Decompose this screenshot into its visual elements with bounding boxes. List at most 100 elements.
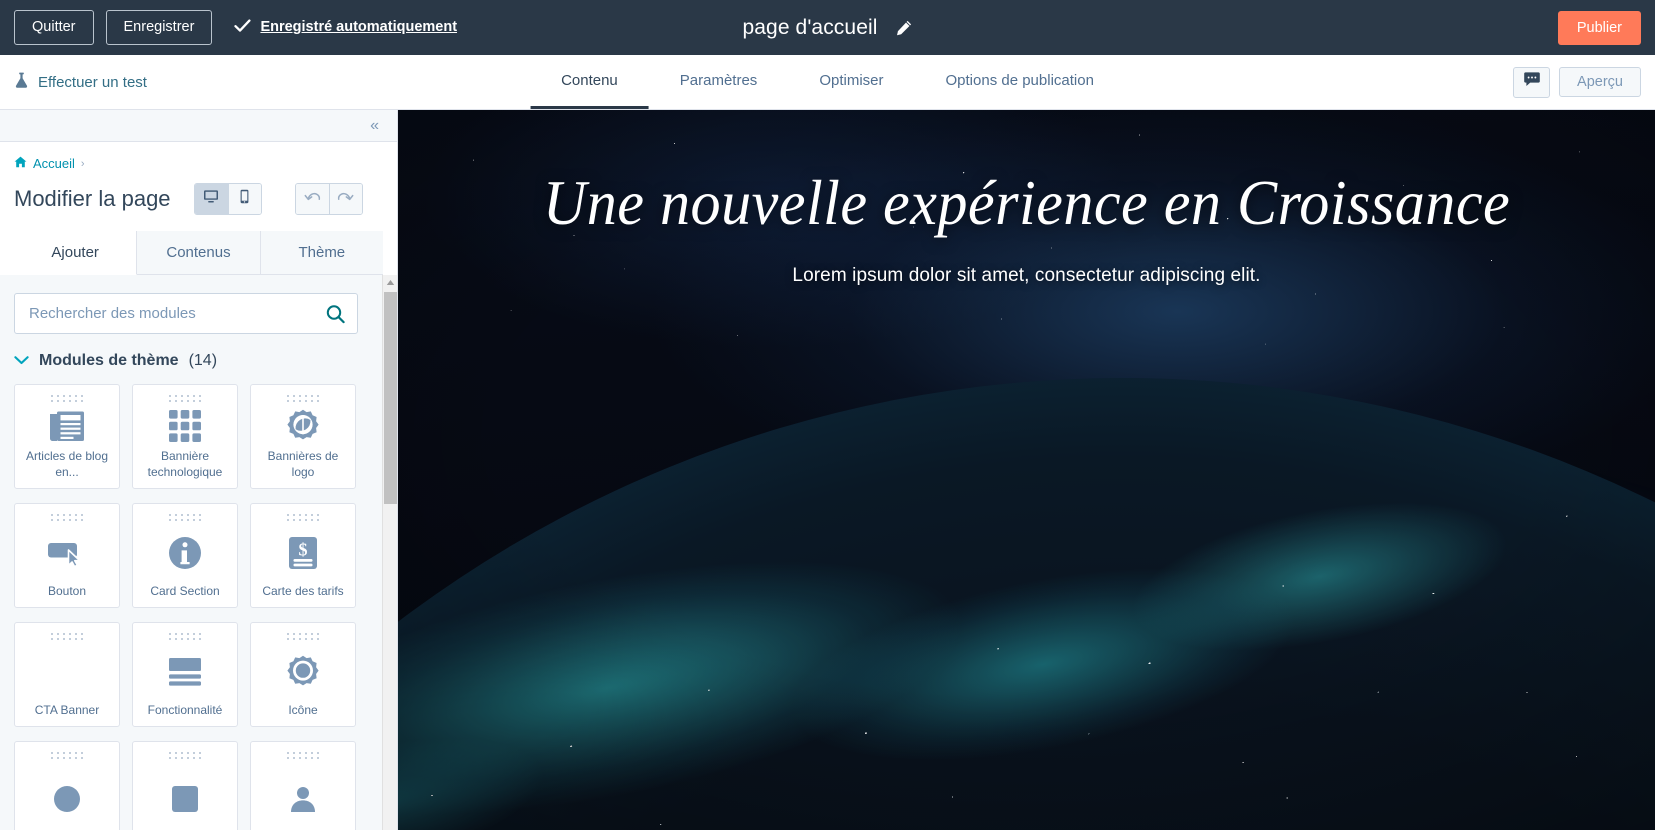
module-label: Articles de blog en... [25, 449, 109, 479]
run-test-link[interactable]: Effectuer un test [14, 72, 147, 93]
chevron-double-left-icon[interactable]: « [370, 117, 379, 134]
redo-icon [337, 190, 354, 208]
drag-handle-icon[interactable] [286, 513, 320, 522]
editor-nav-bar: Effectuer un test Contenu Paramètres Opt… [0, 55, 1655, 110]
undo-icon [304, 190, 321, 208]
top-bar-left-group: Quitter Enregistrer Enregistré automatiq… [14, 9, 457, 46]
home-icon [14, 156, 27, 171]
undo-button[interactable] [295, 184, 329, 214]
hero-title[interactable]: Une nouvelle expérience en Croissance [473, 168, 1579, 237]
badge-seal-icon [251, 403, 355, 449]
module-icon-partial-3 [251, 760, 355, 830]
module-label: Bannières de logo [267, 449, 339, 479]
top-bar: Quitter Enregistrer Enregistré automatiq… [0, 0, 1655, 55]
preview-button[interactable]: Aperçu [1559, 67, 1641, 97]
page-preview-canvas[interactable]: Une nouvelle expérience en Croissance Lo… [398, 110, 1655, 830]
mobile-view-button[interactable] [227, 184, 261, 214]
autosave-status[interactable]: Enregistré automatiquement [234, 19, 457, 36]
module-card[interactable]: Bouton [14, 503, 120, 608]
breadcrumb-home-link[interactable]: Accueil [33, 156, 75, 171]
drag-handle-icon[interactable] [50, 751, 84, 760]
drag-handle-icon[interactable] [168, 394, 202, 403]
check-icon [234, 19, 251, 36]
sidebar-header: Accueil › Modifier la page Ajouter Conte… [0, 142, 397, 275]
tab-parametres[interactable]: Paramètres [649, 55, 789, 109]
run-test-label: Effectuer un test [38, 73, 147, 91]
module-card[interactable]: CTA Banner [14, 622, 120, 727]
hero-subtitle[interactable]: Lorem ipsum dolor sit amet, consectetur … [438, 265, 1615, 287]
sidebar-content-panel: Modules de thème (14) [0, 275, 397, 830]
module-card[interactable]: Icône [250, 622, 356, 727]
module-card[interactable] [250, 741, 356, 830]
scroll-up-arrow-icon[interactable] [383, 275, 397, 290]
desktop-view-button[interactable] [194, 184, 228, 214]
theme-modules-section-header[interactable]: Modules de thème (14) [14, 352, 383, 370]
module-label: Icône [288, 702, 318, 717]
drag-handle-icon[interactable] [168, 632, 202, 641]
edit-page-row: Modifier la page [14, 183, 383, 215]
main-layout: « Accueil › Modifier la page Ajouter Con… [0, 110, 1655, 830]
module-card[interactable]: Card Section [132, 503, 238, 608]
module-card[interactable] [132, 741, 238, 830]
module-card[interactable]: Bannière technologique [132, 384, 238, 489]
breadcrumb: Accueil › [14, 156, 383, 171]
tab-optimiser[interactable]: Optimiser [788, 55, 914, 109]
button-cursor-icon [15, 522, 119, 584]
drag-handle-icon[interactable] [168, 513, 202, 522]
gear-seal-icon [251, 641, 355, 703]
module-icon-partial-1 [15, 760, 119, 830]
drag-handle-icon[interactable] [286, 632, 320, 641]
sidebar-scrollbar[interactable] [382, 275, 397, 830]
cta-banner-icon [15, 641, 119, 703]
sidebar-tab-contenus[interactable]: Contenus [137, 231, 261, 275]
sidebar-tab-ajouter[interactable]: Ajouter [14, 231, 138, 275]
search-icon[interactable] [326, 304, 345, 323]
module-card[interactable]: Articles de blog en... [14, 384, 120, 489]
exit-button[interactable]: Quitter [14, 9, 94, 46]
drag-handle-icon[interactable] [50, 394, 84, 403]
module-card[interactable]: Fonctionnalité [132, 622, 238, 727]
top-bar-right-group: Publier [1557, 10, 1641, 45]
tab-options-de-publication[interactable]: Options de publication [915, 55, 1125, 109]
sidebar-tab-theme[interactable]: Thème [260, 231, 383, 275]
drag-handle-icon[interactable] [286, 751, 320, 760]
drag-handle-icon[interactable] [168, 751, 202, 760]
hero-content: Une nouvelle expérience en Croissance Lo… [398, 168, 1655, 287]
drag-handle-icon[interactable] [50, 513, 84, 522]
drag-handle-icon[interactable] [50, 632, 84, 641]
svg-text:$: $ [299, 539, 308, 559]
nav-right-group: Aperçu [1513, 66, 1641, 98]
tab-contenu[interactable]: Contenu [530, 55, 649, 109]
module-card[interactable] [14, 741, 120, 830]
chevron-down-icon [14, 352, 29, 370]
page-title-group: page d'accueil [742, 16, 912, 40]
redo-button[interactable] [328, 184, 362, 214]
search-input[interactable] [14, 293, 358, 334]
device-toggle-group [193, 183, 262, 215]
history-group [294, 183, 363, 215]
hero-section[interactable]: Une nouvelle expérience en Croissance Lo… [398, 110, 1655, 830]
breadcrumb-separator: › [80, 157, 85, 170]
drag-handle-icon[interactable] [286, 394, 320, 403]
module-icon-partial-2 [133, 760, 237, 830]
section-count: (14) [188, 352, 218, 369]
desktop-icon [203, 189, 219, 209]
module-label: CTA Banner [34, 702, 100, 717]
module-card[interactable]: $ Carte des tarifs [250, 503, 356, 608]
feature-block-icon [133, 641, 237, 703]
page-title: page d'accueil [742, 15, 878, 39]
flask-icon [14, 72, 29, 93]
module-label: Bouton [47, 583, 87, 598]
sidebar-scroll-thumb[interactable] [384, 292, 397, 504]
autosave-label[interactable]: Enregistré automatiquement [260, 19, 457, 35]
module-label: Bannière technologique [147, 449, 223, 479]
comments-button[interactable] [1513, 66, 1551, 98]
module-label: Card Section [150, 583, 220, 598]
module-search [14, 293, 358, 334]
publish-button[interactable]: Publier [1557, 10, 1641, 45]
save-button[interactable]: Enregistrer [105, 9, 213, 46]
sidebar-tabs: Ajouter Contenus Thème [14, 231, 383, 275]
pencil-icon[interactable] [895, 19, 913, 37]
newspaper-icon [15, 403, 119, 449]
module-card[interactable]: Bannières de logo [250, 384, 356, 489]
